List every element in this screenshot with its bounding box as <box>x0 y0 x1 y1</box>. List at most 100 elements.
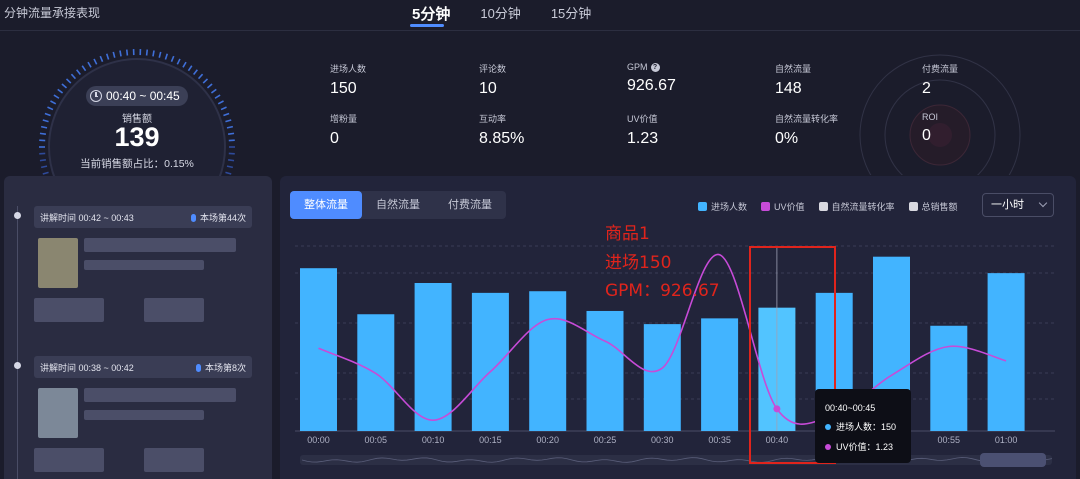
sales-gauge: 00:40 ~ 00:45 销售额 139 当前销售额占比：0.15% <box>30 40 244 190</box>
x-tick-label: 01:00 <box>995 435 1018 445</box>
legend-visitors[interactable]: 进场人数 <box>698 200 747 213</box>
product-title-blurred <box>84 238 236 252</box>
metric-label: 付费流量 <box>922 64 959 74</box>
legend-total-sales[interactable]: 总销售额 <box>908 200 958 213</box>
gauge-tick <box>93 58 98 65</box>
metric-gpm: GPM? 926.67 <box>627 62 757 95</box>
metric-label: 自然流量 <box>775 64 812 74</box>
gauge-tick <box>152 50 155 57</box>
metric-value: 2 <box>922 80 931 97</box>
gauge-tick <box>87 61 92 68</box>
gauge-tick <box>125 49 129 56</box>
legend-natural-conversion[interactable]: 自然流量转化率 <box>818 200 895 213</box>
bar-visitors[interactable] <box>300 268 337 431</box>
metric-label: GPM? <box>627 62 757 72</box>
tooltip-row-visitors: 进场人数：150 <box>825 420 911 433</box>
timeline-dot <box>14 362 21 369</box>
legend-swatch <box>818 202 828 211</box>
tab-15min[interactable]: 15分钟 <box>539 0 609 27</box>
tab-natural-traffic[interactable]: 自然流量 <box>362 191 434 219</box>
range-select[interactable]: 一小时 <box>982 193 1054 217</box>
metric-visitors: 进场人数 150 <box>330 62 460 98</box>
session-header: 讲解时间 00:42 ~ 00:43 本场第44次 <box>34 206 252 228</box>
product-price-blurred <box>34 298 104 322</box>
time-range: 00:40 ~ 00:45 <box>106 89 180 103</box>
bar-visitors[interactable] <box>471 292 509 431</box>
tab-5min[interactable]: 5分钟 <box>400 0 468 27</box>
metric-natural-conversion: 自然流量转化率 0% <box>775 112 905 148</box>
session-card[interactable]: 讲解时间 00:38 ~ 00:42 本场第8次 <box>34 356 252 378</box>
annotation-gpm: GPM：926.67 <box>605 281 720 301</box>
x-tick-label: 00:00 <box>307 435 330 445</box>
chart-legend: 进场人数 UV价值 自然流量转化率 总销售额 <box>698 200 958 213</box>
x-tick-label: 00:25 <box>594 435 617 445</box>
gauge-tick <box>214 94 221 99</box>
legend-uv-value[interactable]: UV价值 <box>761 200 805 213</box>
product-stat-blurred <box>144 448 204 472</box>
gauge-tick <box>81 65 87 72</box>
bar-visitors[interactable] <box>987 273 1025 431</box>
gauge-tick <box>217 100 224 105</box>
gauge-tick <box>206 83 213 89</box>
tooltip-dot <box>825 443 831 450</box>
page-title: 分钟流量承接表现 <box>4 6 101 20</box>
metric-value: 0 <box>922 127 931 144</box>
sales-share: 当前销售额占比：0.15% <box>80 158 194 170</box>
product-thumbnail <box>38 238 78 288</box>
bar-visitors[interactable] <box>930 325 968 431</box>
x-tick-label: 00:20 <box>536 435 559 445</box>
bar-visitors[interactable] <box>586 310 624 431</box>
x-tick-label: 00:05 <box>365 435 388 445</box>
metric-label: 自然流量转化率 <box>775 114 839 124</box>
metric-value: 926.67 <box>627 77 676 94</box>
tooltip-dot <box>825 423 831 430</box>
help-icon[interactable]: ? <box>650 62 660 72</box>
session-header: 讲解时间 00:38 ~ 00:42 本场第8次 <box>34 356 252 378</box>
explanation-timeline: 讲解时间 00:42 ~ 00:43 本场第44次 讲解时间 00:38 ~ 0… <box>4 176 272 479</box>
gauge-tick <box>176 58 181 65</box>
metric-value: 1.23 <box>627 130 659 147</box>
bar-visitors[interactable] <box>701 318 739 431</box>
annotation-visitors: 进场150 <box>605 253 672 273</box>
metric-label: 评论数 <box>479 64 507 74</box>
tooltip-title: 00:40~00:45 <box>825 403 876 413</box>
bar-visitors[interactable] <box>414 283 452 431</box>
gauge-tick <box>210 88 217 94</box>
x-tick-label: 00:55 <box>938 435 961 445</box>
x-tick-label: 00:10 <box>422 435 445 445</box>
metric-comments: 评论数 10 <box>479 62 609 98</box>
gauge-tick <box>187 65 193 72</box>
product-subtitle-blurred <box>84 260 204 270</box>
microphone-icon <box>190 213 196 222</box>
tab-10min[interactable]: 10分钟 <box>468 0 538 27</box>
bar-visitors[interactable] <box>643 324 681 431</box>
gauge-tick <box>225 171 232 175</box>
product-subtitle-blurred <box>84 410 204 420</box>
product-title-blurred <box>84 388 236 402</box>
metric-value: 10 <box>479 80 497 97</box>
chevron-down-icon <box>1038 198 1048 208</box>
metric-uv-value: UV价值 1.23 <box>627 112 757 148</box>
x-tick-label: 00:15 <box>479 435 502 445</box>
product-price-blurred <box>34 448 104 472</box>
timeline-line <box>17 206 18 479</box>
microphone-icon <box>195 363 201 372</box>
gauge-tick <box>197 73 204 80</box>
bar-visitors[interactable] <box>529 291 567 431</box>
gauge-tick <box>202 78 209 84</box>
metric-label: 增粉量 <box>330 114 358 124</box>
x-tick-label: 00:30 <box>651 435 674 445</box>
metrics-grid: 进场人数 150 评论数 10 GPM? 926.67 自然流量 148 付费流… <box>330 62 1070 157</box>
metric-natural-traffic: 自然流量 148 <box>775 62 905 98</box>
annotation-product: 商品1 <box>605 224 650 244</box>
gauge-tick <box>61 83 68 89</box>
gauge-tick <box>42 171 49 175</box>
product-stat-blurred <box>144 298 204 322</box>
timeline-dot <box>14 212 21 219</box>
tab-overall-traffic[interactable]: 整体流量 <box>290 191 362 219</box>
zoom-handle[interactable] <box>980 453 1046 467</box>
tab-paid-traffic[interactable]: 付费流量 <box>434 191 506 219</box>
chart-tooltip: 00:40~00:45 进场人数：150 UV价值：1.23 <box>815 389 911 463</box>
session-card[interactable]: 讲解时间 00:42 ~ 00:43 本场第44次 <box>34 206 252 228</box>
tooltip-row-uv: UV价值：1.23 <box>825 440 911 453</box>
